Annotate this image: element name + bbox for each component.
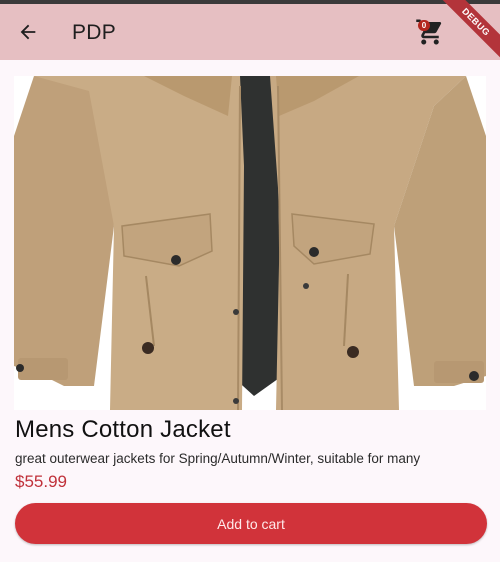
arrow-left-icon	[20, 24, 36, 40]
jacket-illustration	[14, 76, 486, 410]
page-title: PDP	[72, 21, 117, 44]
add-to-cart-button[interactable]: Add to cart	[15, 503, 487, 544]
product-price: $55.99	[15, 472, 67, 491]
product-image	[14, 76, 486, 410]
cart-button[interactable]: 0	[414, 16, 446, 48]
back-button[interactable]	[10, 14, 46, 50]
product-description: great outerwear jackets for Spring/Autum…	[15, 451, 421, 466]
cart-count-badge: 0	[418, 20, 430, 31]
product-name: Mens Cotton Jacket	[15, 416, 231, 443]
app-bar: PDP 0	[0, 4, 500, 60]
